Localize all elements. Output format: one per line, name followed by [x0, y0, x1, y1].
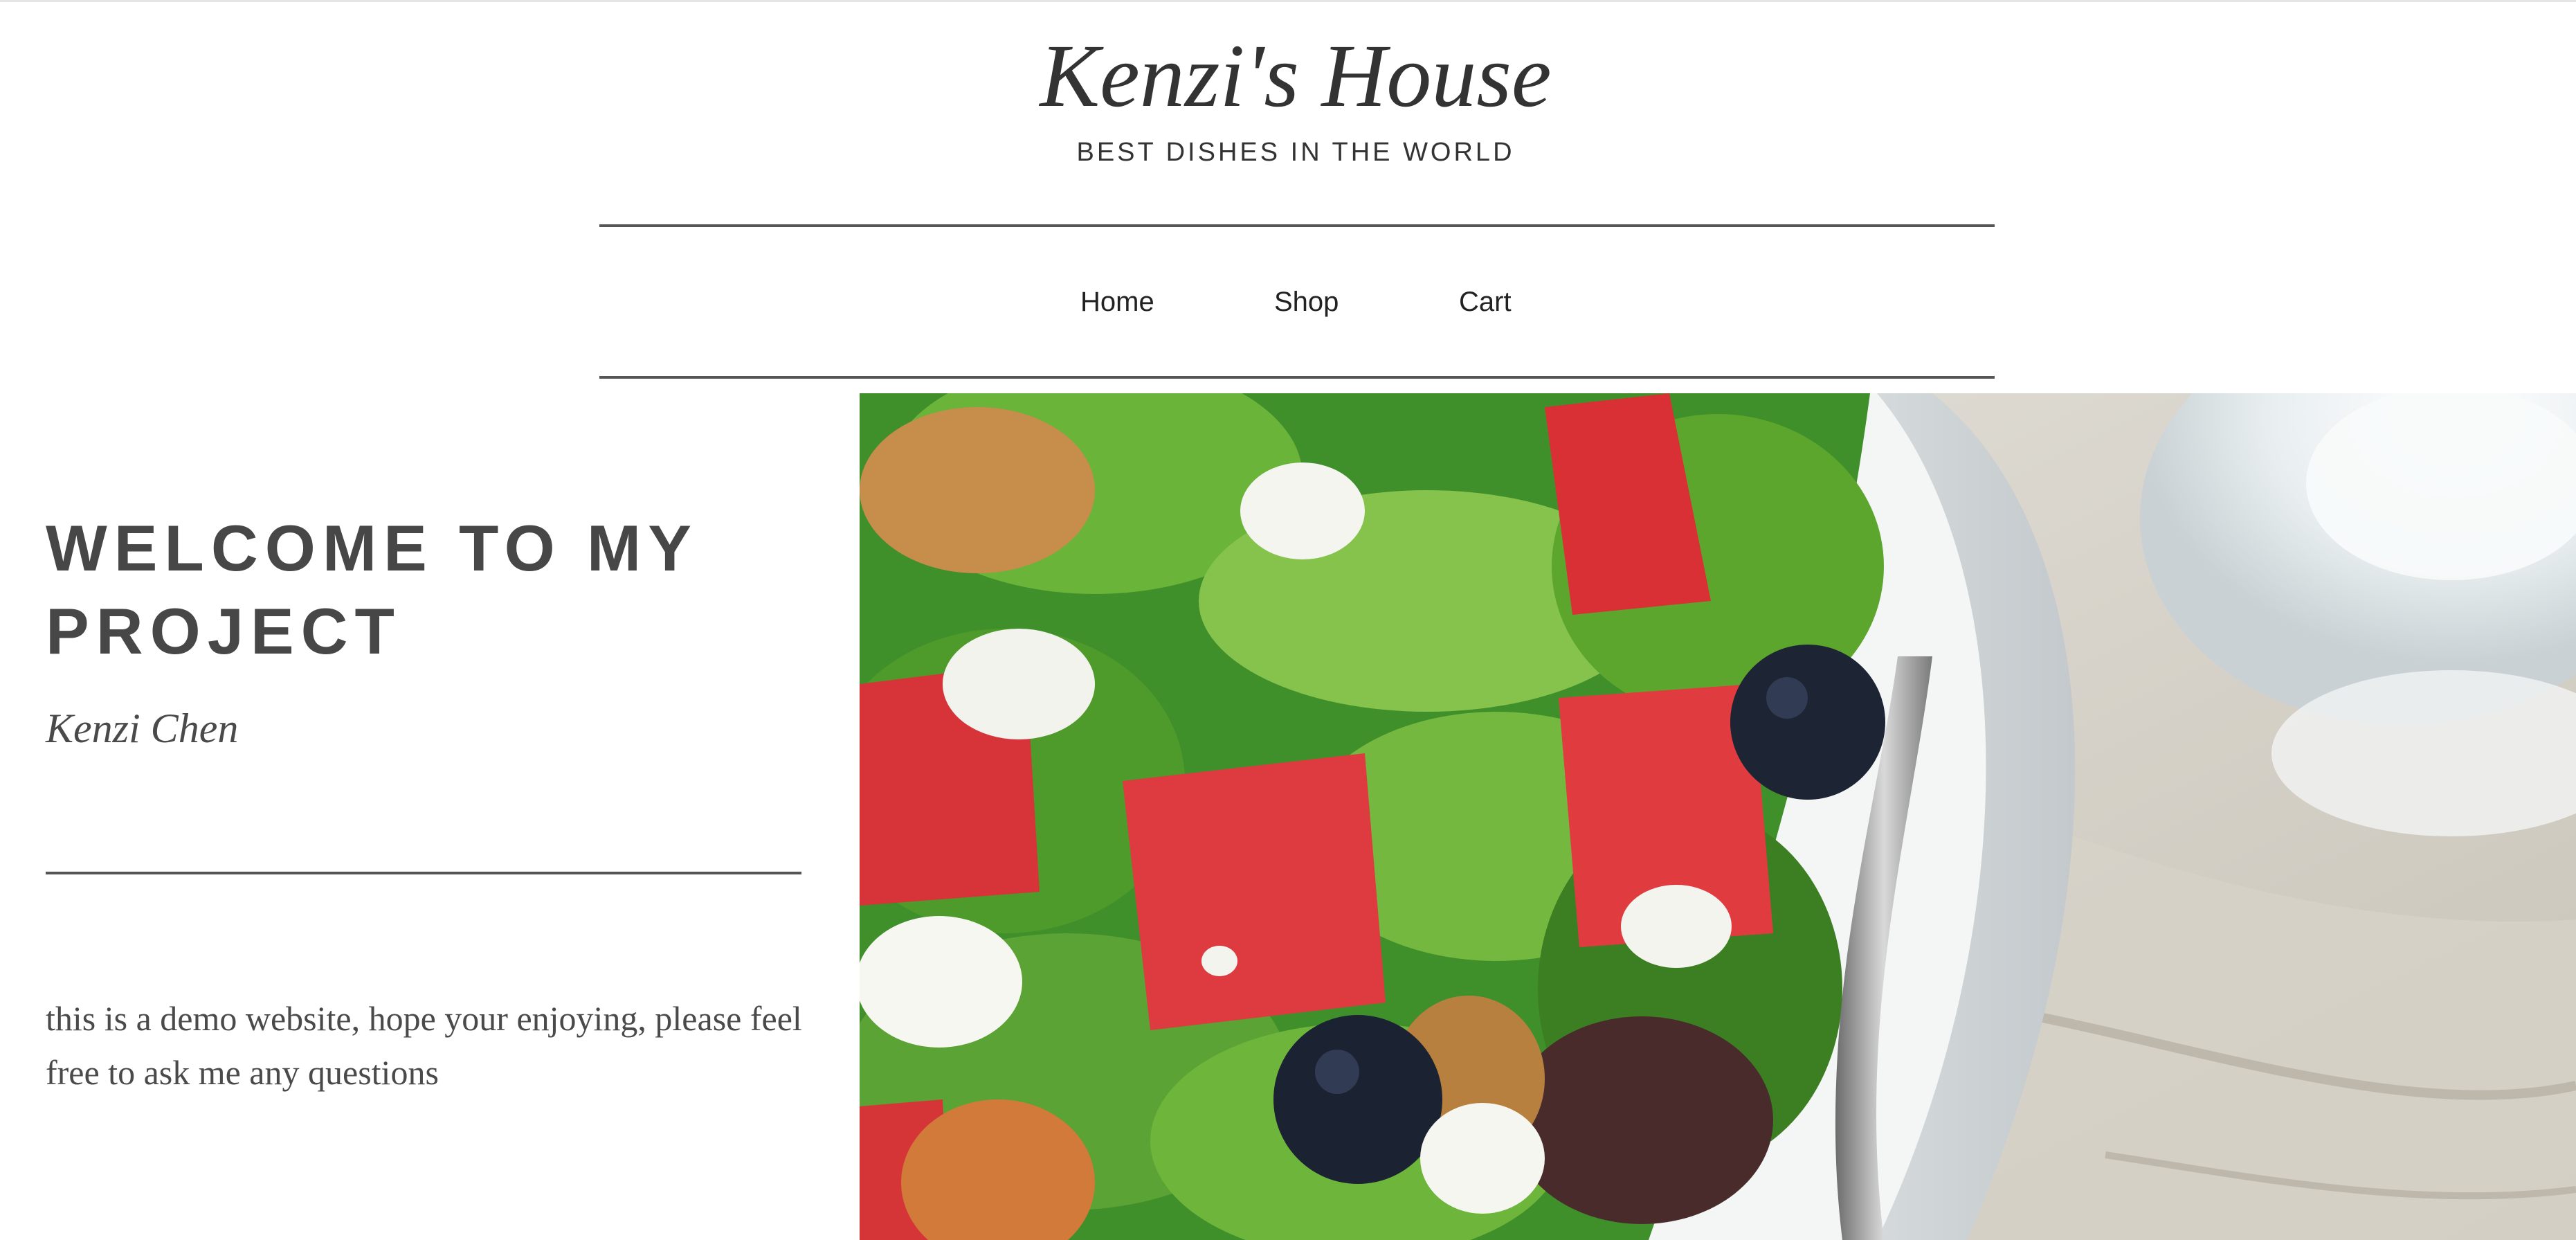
site-tagline: BEST DISHES IN THE WORLD: [1076, 138, 1515, 167]
intro-description: this is a demo website, hope your enjoyi…: [46, 999, 802, 1092]
site-title[interactable]: Kenzi's House: [0, 21, 2576, 132]
nav-link-cart[interactable]: Cart: [1459, 284, 1512, 320]
nav-divider-top: [599, 224, 1995, 227]
hero-image: [860, 393, 2576, 1240]
welcome-heading: WELCOME TO MY PROJECT: [46, 512, 698, 667]
intro-divider: [46, 872, 801, 874]
main-nav: Home Shop Cart: [599, 284, 1995, 320]
author-name: Kenzi Chen: [46, 706, 239, 751]
nav-link-home[interactable]: Home: [1080, 284, 1154, 320]
nav-divider-bottom: [599, 376, 1995, 379]
nav-link-shop[interactable]: Shop: [1274, 284, 1339, 320]
salad-bowl-illustration: [860, 393, 2576, 1240]
top-border: [0, 0, 2576, 2]
